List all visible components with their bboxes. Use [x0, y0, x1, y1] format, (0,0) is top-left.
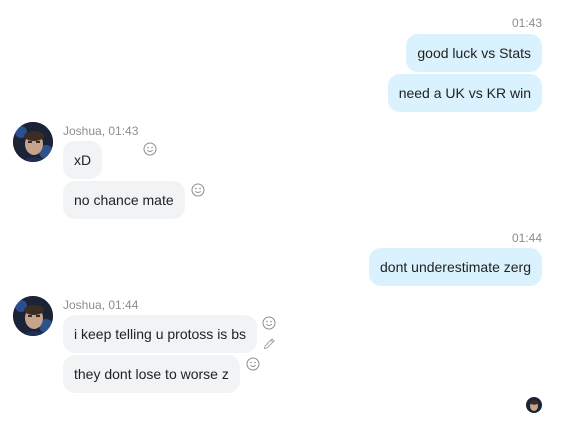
avatar[interactable]	[13, 122, 53, 162]
smiley-icon[interactable]	[262, 316, 276, 330]
smiley-icon[interactable]	[143, 142, 157, 156]
avatar[interactable]	[13, 296, 53, 336]
smiley-icon[interactable]	[191, 183, 205, 197]
incoming-message[interactable]: xD	[63, 141, 103, 179]
outgoing-message[interactable]: need a UK vs KR win	[387, 74, 542, 112]
outgoing-message[interactable]: dont underestimate zerg	[369, 248, 542, 286]
chat-thread: 01:43 good luck vs Stats need a UK vs KR…	[0, 0, 568, 429]
sender-name-time: Joshua, 01:44	[63, 298, 139, 312]
incoming-message[interactable]: no chance mate	[63, 181, 185, 219]
avatar-image	[13, 122, 53, 162]
sender-name-time: Joshua, 01:43	[63, 124, 139, 138]
message-timestamp: 01:43	[511, 16, 542, 30]
smiley-icon[interactable]	[246, 357, 260, 371]
avatar-seen-icon	[526, 397, 542, 413]
message-timestamp: 01:44	[511, 231, 542, 245]
incoming-message[interactable]: they dont lose to worse z	[63, 355, 240, 393]
pencil-icon[interactable]	[262, 337, 276, 351]
avatar-image	[13, 296, 53, 336]
incoming-message[interactable]: i keep telling u protoss is bs	[63, 315, 257, 353]
outgoing-message[interactable]: good luck vs Stats	[406, 34, 542, 72]
